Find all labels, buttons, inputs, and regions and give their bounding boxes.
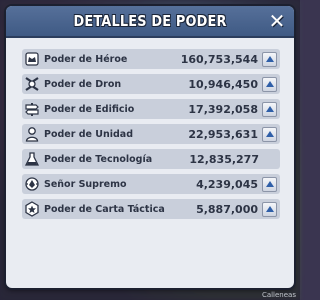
expand-button[interactable] [262, 76, 277, 92]
power-label: Poder de Dron [44, 78, 122, 90]
power-value: 160,753,544 [180, 52, 258, 66]
power-label: Señor Supremo [44, 178, 127, 190]
expand-button[interactable] [262, 51, 277, 67]
triangle-up-icon [265, 106, 274, 112]
power-value: 4,239,045 [196, 177, 258, 191]
corner-tag: Calleneas [261, 291, 296, 299]
drone-icon [22, 74, 42, 94]
expand-button[interactable] [262, 201, 277, 217]
power-label: Poder de Tecnología [44, 153, 153, 165]
power-label: Poder de Unidad [44, 128, 134, 140]
power-row-overlord: Señor Supremo 4,239,045 [22, 174, 280, 194]
power-row-technology: Poder de Tecnología 12,835,277 [22, 149, 280, 169]
power-row-hero: Poder de Héroe 160,753,544 [22, 49, 280, 69]
building-icon [22, 99, 42, 119]
overlord-icon [22, 174, 42, 194]
triangle-up-icon [265, 81, 274, 87]
triangle-up-icon [265, 181, 274, 187]
triangle-up-icon [265, 131, 274, 137]
power-label: Poder de Héroe [44, 53, 128, 65]
power-details-dialog: DETALLES DE PODER ✕ Poder de Héroe 160,7… [6, 6, 294, 288]
power-value: 17,392,058 [188, 102, 258, 116]
tactic-card-icon [22, 199, 42, 219]
power-row-tactic-card: Poder de Carta Táctica 5,887,000 [22, 199, 280, 219]
hero-icon [22, 49, 42, 69]
close-button[interactable]: ✕ [266, 10, 288, 32]
power-value: 5,887,000 [196, 202, 258, 216]
flask-icon [22, 149, 42, 169]
expand-button[interactable] [262, 126, 277, 142]
dialog-title: DETALLES DE PODER [73, 12, 227, 30]
dialog-header: DETALLES DE PODER ✕ [6, 6, 294, 38]
power-value: 10,946,450 [188, 77, 258, 91]
triangle-up-icon [265, 56, 274, 62]
power-value: 12,835,277 [189, 152, 259, 166]
triangle-up-icon [265, 206, 274, 212]
unit-icon [22, 124, 42, 144]
power-row-drone: Poder de Dron 10,946,450 [22, 74, 280, 94]
expand-button[interactable] [262, 176, 277, 192]
power-label: Poder de Edificio [44, 103, 135, 115]
power-row-building: Poder de Edificio 17,392,058 [22, 99, 280, 119]
power-list: Poder de Héroe 160,753,544 Poder de Dron… [22, 49, 280, 224]
power-row-unit: Poder de Unidad 22,953,631 [22, 124, 280, 144]
power-value: 22,953,631 [188, 127, 258, 141]
power-label: Poder de Carta Táctica [44, 203, 165, 215]
expand-button[interactable] [262, 101, 277, 117]
